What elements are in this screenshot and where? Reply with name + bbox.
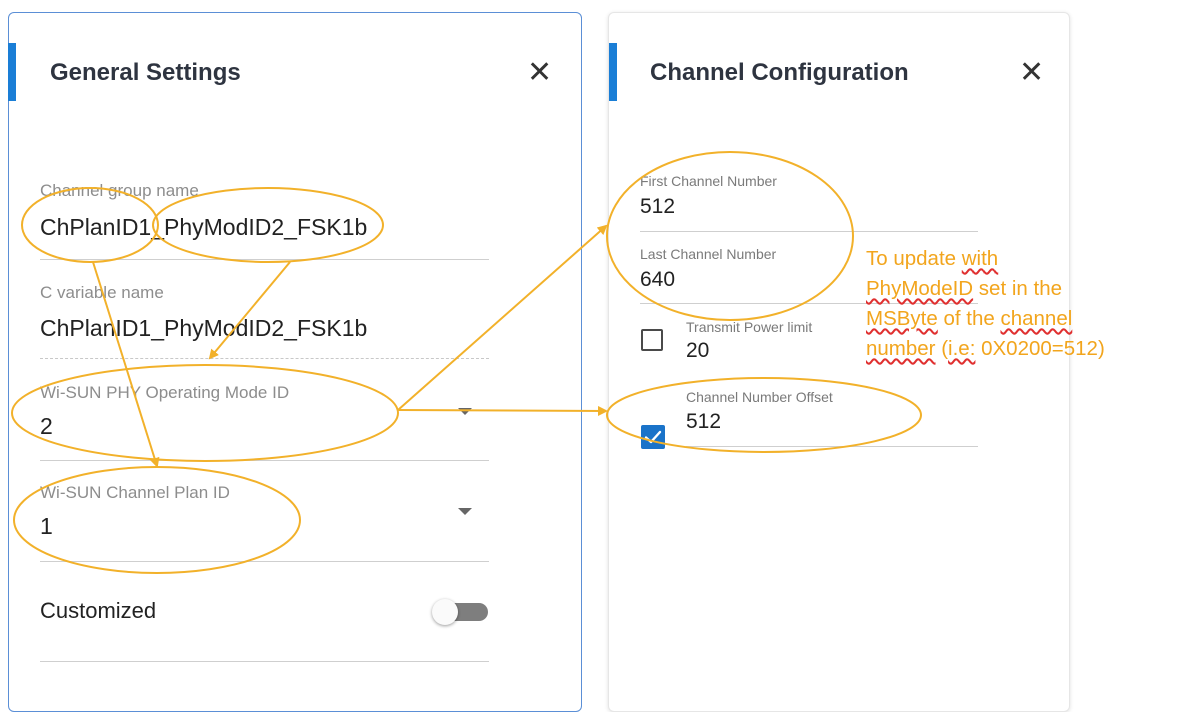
first-channel-number-underline: [640, 231, 978, 232]
annotation-line-1: To update with: [866, 244, 1177, 274]
channel-number-offset-underline: [686, 446, 978, 447]
annotation-text: set in the: [973, 277, 1062, 300]
channel-configuration-title: Channel Configuration: [650, 59, 909, 86]
channel-plan-id-label: Wi-SUN Channel Plan ID: [40, 483, 230, 502]
channel-plan-id-select[interactable]: 1: [40, 513, 53, 540]
first-channel-number-label: First Channel Number: [640, 173, 777, 189]
annotation-text: 0X0200=512): [975, 337, 1105, 360]
c-variable-name-value: ChPlanID1_PhyModID2_FSK1b: [40, 315, 368, 341]
transmit-power-limit-input[interactable]: 20: [686, 339, 709, 363]
annotation-text: MSByte: [866, 307, 938, 330]
first-channel-number-input[interactable]: 512: [640, 195, 675, 219]
checkmark-icon: [644, 430, 662, 444]
annotation-text: number: [866, 337, 936, 360]
channel-number-offset-label: Channel Number Offset: [686, 389, 833, 405]
channel-number-offset-checkbox[interactable]: [641, 425, 665, 449]
annotation-line-2: PhyModeID set in the: [866, 274, 1177, 304]
channel-number-offset-input[interactable]: 512: [686, 410, 721, 434]
annotation-text: To update: [866, 247, 962, 270]
customized-toggle-knob[interactable]: [432, 599, 458, 625]
annotation-note: To update with PhyModeID set in the MSBy…: [866, 244, 1177, 364]
annotation-text: PhyModeID: [866, 277, 974, 300]
transmit-power-limit-label: Transmit Power limit: [686, 319, 813, 335]
channel-configuration-accent-bar: [609, 43, 617, 101]
channel-group-name-underline: [40, 259, 489, 260]
channel-group-name-label: Channel group name: [40, 181, 199, 200]
last-channel-number-label: Last Channel Number: [640, 246, 777, 262]
annotation-text: channel: [1000, 307, 1073, 330]
customized-label: Customized: [40, 598, 157, 623]
customized-underline: [40, 661, 489, 662]
transmit-power-limit-checkbox[interactable]: [641, 329, 663, 351]
general-settings-accent-bar: [8, 43, 16, 101]
annotation-line-3: MSByte of the channel: [866, 304, 1177, 334]
general-settings-close-icon[interactable]: ✕: [527, 58, 552, 88]
annotation-text: (: [935, 337, 949, 360]
chevron-down-icon[interactable]: [458, 408, 472, 415]
annotation-text: with: [961, 247, 999, 270]
chevron-down-icon[interactable]: [458, 508, 472, 515]
channel-configuration-close-icon[interactable]: ✕: [1019, 58, 1044, 88]
annotation-line-4: number (i.e: 0X0200=512): [866, 334, 1177, 364]
channel-plan-id-underline: [40, 561, 489, 562]
phy-operating-mode-select[interactable]: 2: [40, 413, 53, 440]
phy-operating-mode-underline: [40, 460, 489, 461]
phy-operating-mode-label: Wi-SUN PHY Operating Mode ID: [40, 383, 290, 402]
last-channel-number-input[interactable]: 640: [640, 268, 675, 292]
annotation-text: i.e:: [948, 337, 976, 360]
c-variable-name-label: C variable name: [40, 283, 164, 302]
general-settings-title: General Settings: [50, 59, 241, 86]
channel-group-name-input[interactable]: ChPlanID1_PhyModID2_FSK1b: [40, 214, 367, 241]
annotation-text: of the: [937, 307, 1001, 330]
c-variable-name-underline: [40, 358, 489, 359]
